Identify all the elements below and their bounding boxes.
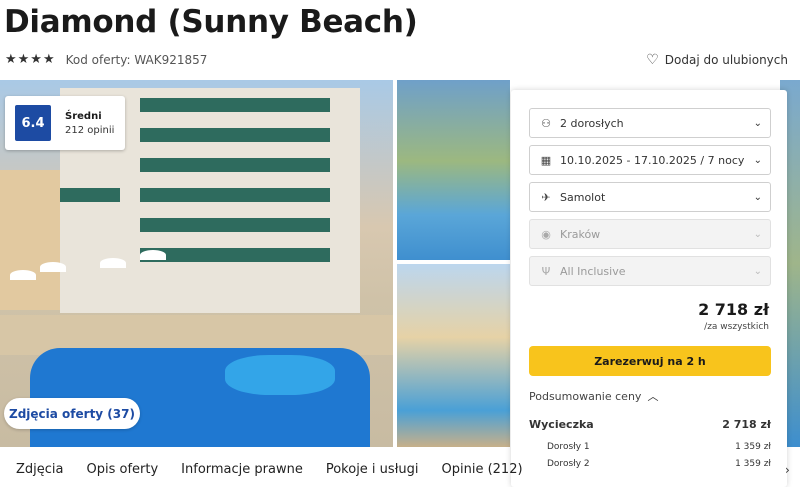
rating-card: 6.4 Średni 212 opinii xyxy=(5,96,125,150)
rating-count: 212 opinii xyxy=(65,124,115,136)
transport-value: Samolot xyxy=(560,190,606,204)
tab-photos[interactable]: Zdjęcia xyxy=(0,462,64,477)
price-summary-toggle[interactable]: Podsumowanie ceny ︿ xyxy=(529,388,658,404)
chevron-down-icon: ⌄ xyxy=(753,191,762,203)
person-icon: ⚇ xyxy=(541,116,551,130)
transport-select[interactable]: ✈ Samolot ⌄ xyxy=(529,182,771,212)
rating-label: Średni xyxy=(65,110,102,122)
tab-reviews[interactable]: Opinie (212) xyxy=(426,462,523,477)
summary-adult2-label: Dorosły 2 xyxy=(547,459,590,469)
favorites-label: Dodaj do ulubionych xyxy=(664,53,788,67)
price-note: /za wszystkich xyxy=(704,322,769,332)
section-tabs: Zdjęcia Opis oferty Informacje prawne Po… xyxy=(0,452,530,487)
offer-code: Kod oferty: WAK921857 xyxy=(65,52,208,67)
total-price: 2 718 zł xyxy=(698,300,769,319)
summary-row-adult-1: Dorosły 1 1 359 zł xyxy=(529,442,771,452)
location-pin-icon: ◉ xyxy=(541,227,551,241)
heart-icon: ♡ xyxy=(646,52,659,68)
summary-row-adult-2: Dorosły 2 1 359 zł xyxy=(529,459,771,469)
chevron-down-icon: ⌄ xyxy=(753,265,762,277)
tab-description[interactable]: Opis oferty xyxy=(71,462,159,477)
summary-row-trip: Wycieczka 2 718 zł xyxy=(529,418,771,431)
calendar-icon: ▦ xyxy=(540,153,552,167)
chevron-right-icon[interactable]: › xyxy=(785,463,790,477)
board-value: All Inclusive xyxy=(560,264,626,278)
departure-select: ◉ Kraków ⌄ xyxy=(529,219,771,249)
booking-panel: ⚇ 2 dorosłych ⌄ ▦ 10.10.2025 - 17.10.202… xyxy=(511,90,787,487)
guests-value: 2 dorosłych xyxy=(560,116,624,130)
photos-gallery-button[interactable]: Zdjęcia oferty (37) xyxy=(4,398,140,429)
chevron-down-icon: ⌄ xyxy=(753,228,762,240)
plane-icon: ✈ xyxy=(541,190,551,204)
rating-score-badge: 6.4 xyxy=(15,105,51,141)
dates-value: 10.10.2025 - 17.10.2025 / 7 nocy xyxy=(560,153,745,167)
summary-adult1-label: Dorosły 1 xyxy=(547,442,590,452)
book-button[interactable]: Zarezerwuj na 2 h xyxy=(529,346,771,376)
chevron-down-icon: ⌄ xyxy=(753,117,762,129)
utensils-icon: Ψ xyxy=(541,264,551,278)
pool-photo-thumbnail[interactable] xyxy=(397,80,510,260)
price-summary-label: Podsumowanie ceny xyxy=(529,389,642,403)
chevron-up-icon: ︿ xyxy=(647,390,659,403)
tab-legal-info[interactable]: Informacje prawne xyxy=(165,462,303,477)
summary-trip-value: 2 718 zł xyxy=(722,418,771,431)
photo-pool-upper xyxy=(225,355,335,395)
summary-adult2-value: 1 359 zł xyxy=(735,459,771,469)
summary-adult1-value: 1 359 zł xyxy=(735,442,771,452)
dates-select[interactable]: ▦ 10.10.2025 - 17.10.2025 / 7 nocy ⌄ xyxy=(529,145,771,175)
summary-trip-label: Wycieczka xyxy=(529,418,594,431)
chevron-down-icon: ⌄ xyxy=(753,154,762,166)
guests-select[interactable]: ⚇ 2 dorosłych ⌄ xyxy=(529,108,771,138)
add-to-favorites-button[interactable]: ♡ Dodaj do ulubionych xyxy=(646,52,788,68)
star-rating: ★★★★ xyxy=(5,52,56,67)
hotel-exterior-photo-thumbnail[interactable] xyxy=(397,264,510,447)
departure-value: Kraków xyxy=(560,227,601,241)
tab-rooms-services[interactable]: Pokoje i usługi xyxy=(310,462,419,477)
hotel-meta: ★★★★ Kod oferty: WAK921857 xyxy=(5,52,207,67)
hotel-title: Diamond (Sunny Beach) xyxy=(4,4,418,40)
board-select: Ψ All Inclusive ⌄ xyxy=(529,256,771,286)
